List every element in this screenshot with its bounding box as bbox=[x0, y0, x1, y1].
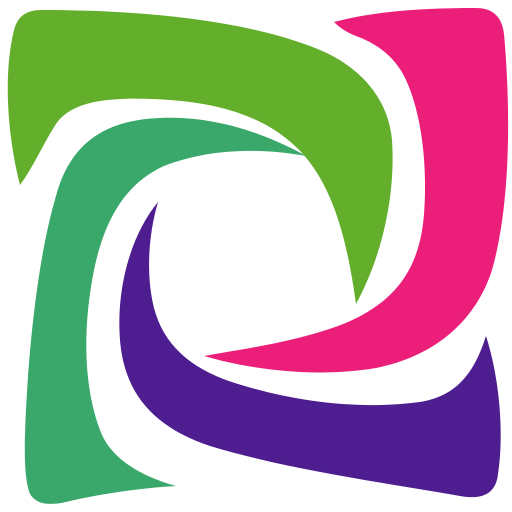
logo-canvas bbox=[0, 0, 512, 512]
swirl-logo-icon bbox=[7, 8, 509, 504]
